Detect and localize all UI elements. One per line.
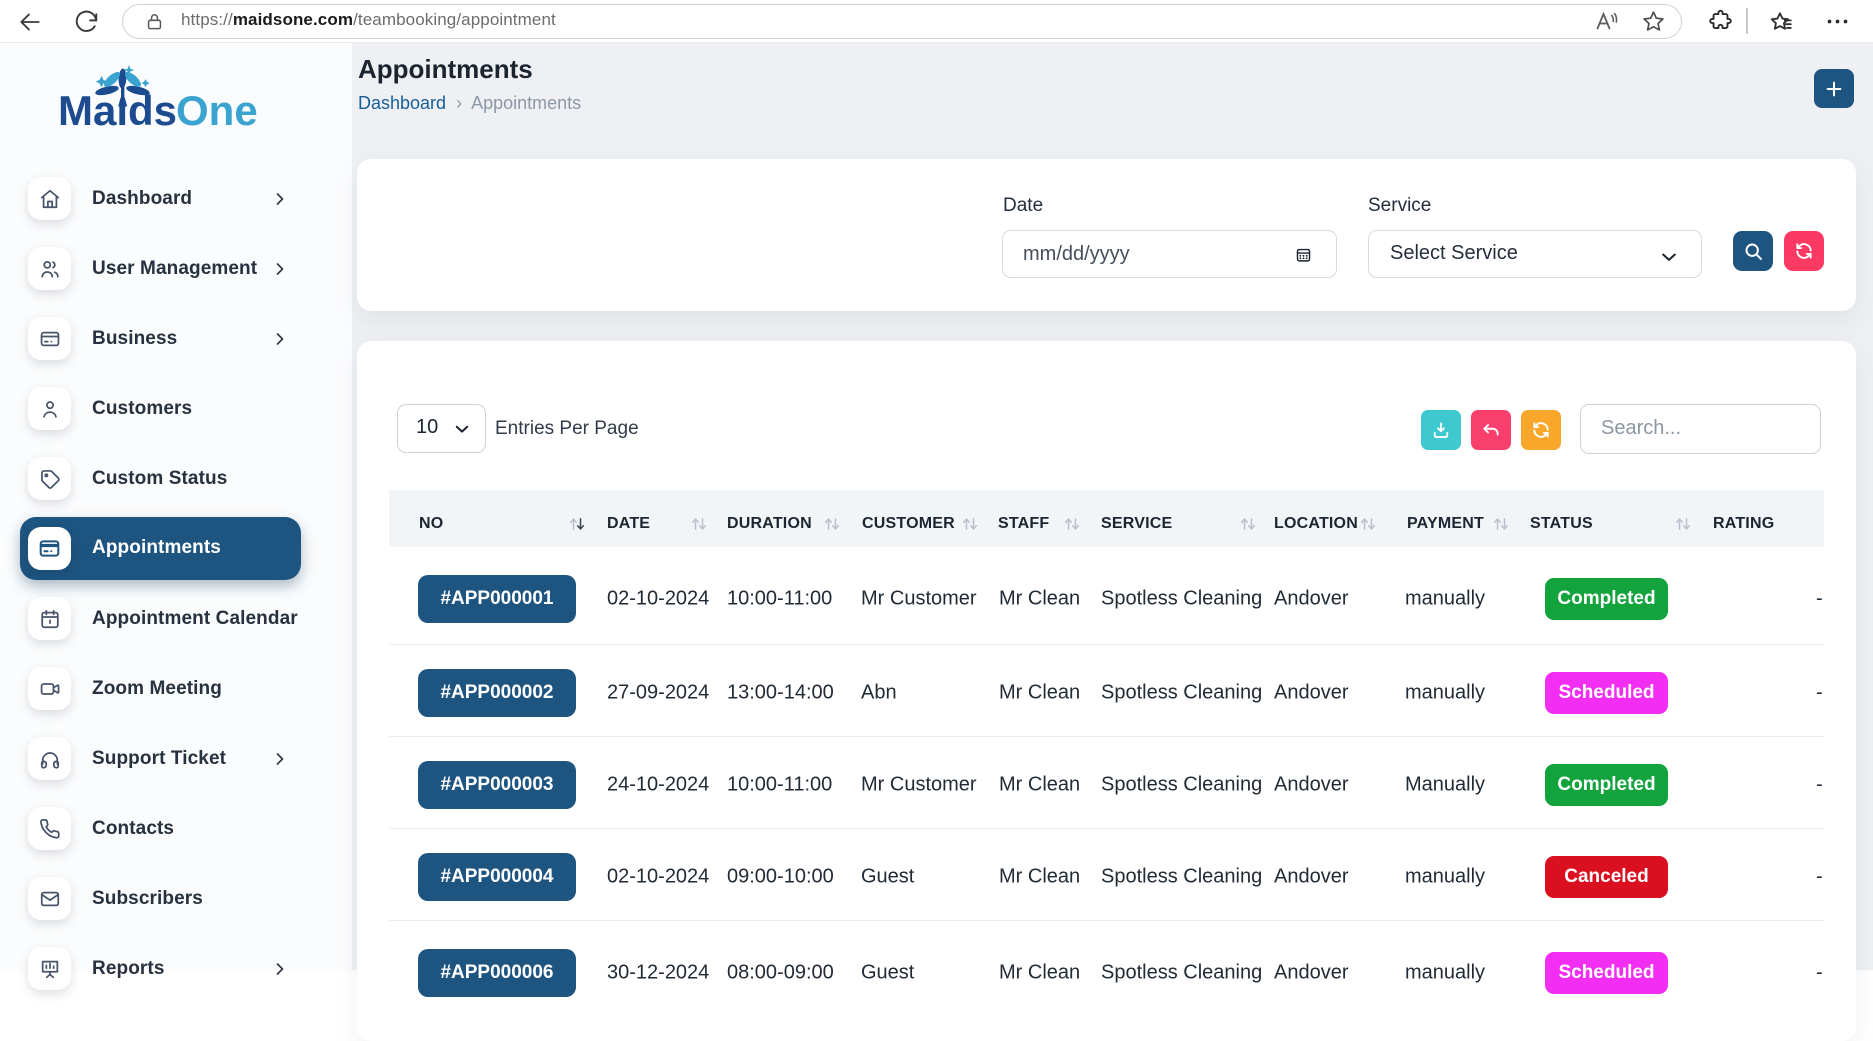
svg-text:Maıds: Maıds — [58, 87, 177, 134]
svg-text:One: One — [176, 87, 258, 134]
